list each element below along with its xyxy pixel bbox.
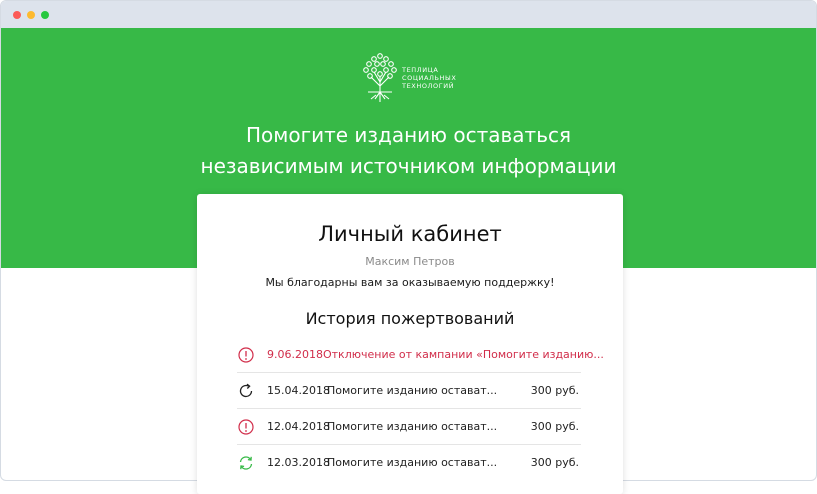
donation-row[interactable]: 15.04.2018 Помогите изданию остават... 3…: [237, 373, 581, 409]
donation-amount: 300 руб.: [530, 420, 579, 433]
donation-amount: 300 руб.: [530, 384, 579, 397]
thanks-message: Мы благодарны вам за оказываемую поддерж…: [265, 276, 555, 289]
minimize-window-dot[interactable]: [27, 10, 35, 19]
donation-amount: 300 руб.: [530, 456, 579, 469]
hero-headline-line-2: независимым источником информации: [200, 154, 617, 178]
donation-history-title: История пожертвований: [305, 309, 515, 328]
window-titlebar: [1, 1, 816, 28]
donation-row[interactable]: 12.03.2018 Помогите изданию остават... 3…: [237, 445, 581, 480]
donation-date: 12.04.2018: [267, 420, 330, 433]
tree-icon: [363, 53, 397, 102]
hero-headline: Помогите изданию оставаться независимым …: [0, 120, 817, 182]
donation-description: Помогите изданию остават...: [327, 456, 498, 469]
account-title: Личный кабинет: [318, 222, 502, 246]
donation-description: Отключение от кампании «Помогите изданию…: [322, 348, 604, 361]
donation-description: Помогите изданию остават...: [327, 420, 498, 433]
brand-name: ТЕПЛИЦА СОЦИАЛЬНЫХ ТЕХНОЛОГИЙ: [402, 66, 456, 90]
recurring-icon: [239, 455, 253, 470]
donation-date: 9.06.2018: [267, 348, 323, 361]
donation-date: 15.04.2018: [267, 384, 330, 397]
donation-date: 12.03.2018: [267, 456, 330, 469]
refresh-icon: [239, 383, 253, 397]
alert-circle-icon: [238, 346, 254, 363]
maximize-window-dot[interactable]: [41, 10, 49, 19]
close-window-dot[interactable]: [13, 10, 21, 19]
donation-row[interactable]: 12.04.2018 Помогите изданию остават... 3…: [237, 409, 581, 445]
brand-line-2: СОЦИАЛЬНЫХ: [402, 74, 457, 82]
donation-description: Помогите изданию остават...: [327, 384, 498, 397]
brand-logo[interactable]: ТЕПЛИЦА СОЦИАЛЬНЫХ ТЕХНОЛОГИЙ: [363, 52, 456, 104]
hero-headline-line-1: Помогите изданию оставаться: [245, 123, 572, 147]
brand-line-1: ТЕПЛИЦА: [402, 66, 439, 74]
alert-circle-icon: [238, 418, 254, 435]
brand-line-3: ТЕХНОЛОГИЙ: [402, 82, 455, 90]
donation-list: 9.06.2018 Отключение от кампании «Помоги…: [237, 337, 604, 480]
user-name: Максим Петров: [365, 255, 455, 268]
donation-row[interactable]: 9.06.2018 Отключение от кампании «Помоги…: [237, 337, 604, 373]
